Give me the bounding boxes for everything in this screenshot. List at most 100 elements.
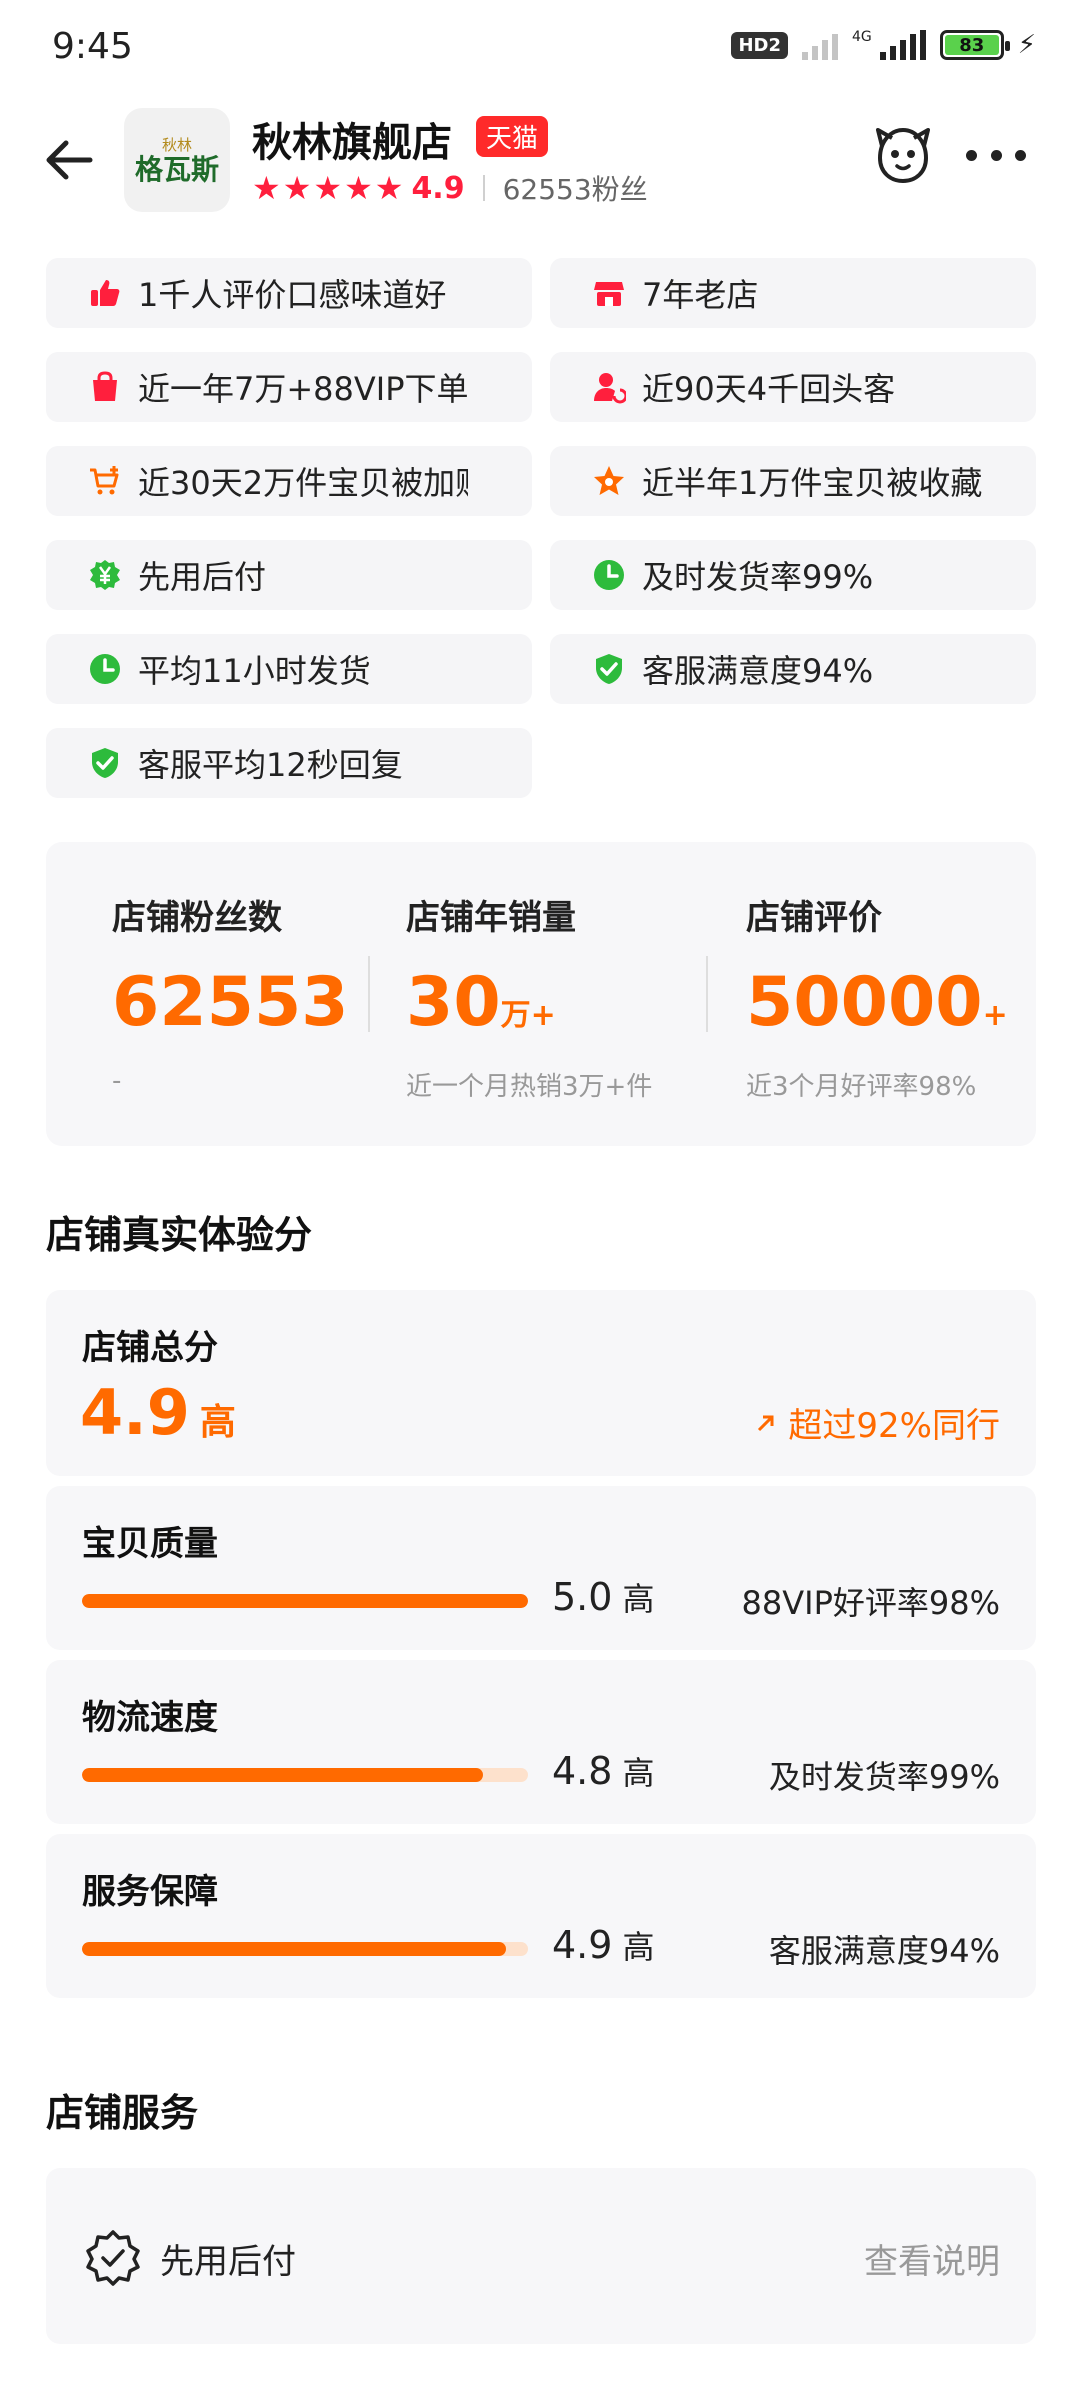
star-icon: ★	[282, 169, 312, 207]
yen-badge-icon	[88, 558, 122, 592]
more-options-icon[interactable]	[966, 140, 1026, 170]
trend-up-icon	[758, 1415, 774, 1431]
customer-service-mascot-icon[interactable]	[872, 124, 934, 186]
rating-row: ★ ★ ★ ★ ★ 4.9 62553粉丝	[252, 168, 648, 208]
store-name: 秋林旗舰店	[252, 120, 452, 166]
score-bar	[82, 1942, 528, 1956]
score-item-value: 4.8 高	[552, 1749, 655, 1793]
highlight-text: 客服平均12秒回复	[138, 746, 403, 784]
score-item-card[interactable]: 宝贝质量 5.0 高 88VIP好评率98%	[46, 1486, 1036, 1650]
highlight-text: 平均11小时发货	[138, 652, 371, 690]
highlight-tag[interactable]: 近90天4千回头客	[550, 352, 1036, 422]
service-card[interactable]: 先用后付 查看说明	[46, 2168, 1036, 2344]
total-score-label: 店铺总分	[82, 1328, 218, 1368]
stat-divider	[706, 956, 708, 1032]
battery-level: 83	[944, 35, 999, 56]
network-type: 4G	[851, 29, 872, 45]
store-stats-card: 店铺粉丝数 62553 - 店铺年销量 30万+ 近一个月热销3万+件 店铺评价…	[46, 842, 1036, 1146]
shopping-bag-icon	[88, 370, 122, 404]
score-item-value: 5.0 高	[552, 1575, 655, 1619]
stat-annual-sales[interactable]: 店铺年销量 30万+ 近一个月热销3万+件	[406, 890, 652, 1103]
hd-voice-badge: HD2	[731, 31, 788, 59]
highlight-tag[interactable]: 客服满意度94%	[550, 634, 1036, 704]
score-bar	[82, 1594, 528, 1608]
stat-value: 50000+	[746, 963, 1008, 1042]
experience-section-title: 店铺真实体验分	[46, 1213, 313, 1257]
status-bar: 9:45 HD2 4G 83 ⚡	[0, 0, 1080, 100]
stat-sub: -	[112, 1066, 122, 1096]
highlight-tag[interactable]: 近一年7万+88VIP下单	[46, 352, 532, 422]
score-item-value: 4.9 高	[552, 1923, 655, 1967]
signal-sim1-icon	[801, 30, 838, 60]
highlight-tag[interactable]: 及时发货率99%	[550, 540, 1036, 610]
highlight-tag[interactable]: 近半年1万件宝贝被收藏	[550, 446, 1036, 516]
star-icon: ★	[313, 169, 343, 207]
score-item-note: 88VIP好评率98%	[741, 1584, 1000, 1622]
score-bar-fill	[82, 1768, 484, 1782]
score-item-card[interactable]: 服务保障 4.9 高 客服满意度94%	[46, 1834, 1036, 1998]
service-section-title: 店铺服务	[46, 2091, 199, 2135]
thumbs-up-icon	[88, 276, 122, 310]
store-highlights: 1千人评价口感味道好 7年老店近一年7万+88VIP下单 近90天4千回头客近30天…	[46, 258, 1036, 798]
store-header: 秋林 格瓦斯 秋林旗舰店 天猫 ★ ★ ★ ★ ★ 4.9 62553粉丝	[0, 100, 1080, 220]
rating-value: 4.9	[411, 170, 465, 206]
score-item-label: 宝贝质量	[82, 1524, 218, 1564]
stat-fans[interactable]: 店铺粉丝数 62553 -	[112, 890, 349, 1096]
score-bar	[82, 1768, 528, 1782]
battery-icon: 83	[939, 30, 1010, 60]
store-logo[interactable]: 秋林 格瓦斯	[124, 108, 230, 212]
highlight-text: 客服满意度94%	[642, 652, 874, 690]
verified-badge-icon	[86, 2230, 140, 2286]
highlight-text: 近90天4千回头客	[642, 370, 896, 408]
total-score-value: 4.9 高	[80, 1376, 236, 1449]
stat-label: 店铺粉丝数	[112, 898, 282, 938]
total-score-card[interactable]: 店铺总分 4.9 高 超过92%同行	[46, 1290, 1036, 1476]
highlight-text: 先用后付	[138, 558, 267, 596]
clock-icon	[88, 652, 122, 686]
view-details-link[interactable]: 查看说明	[864, 2234, 1000, 2283]
stat-sub: 近3个月好评率98%	[746, 1072, 977, 1102]
stat-value: 30万+	[406, 963, 556, 1042]
score-bar-fill	[82, 1594, 528, 1608]
star-icon: ★	[252, 169, 281, 207]
highlight-tag[interactable]: 近30天2万件宝贝被加购	[46, 446, 532, 516]
status-time: 9:45	[52, 26, 133, 67]
fans-count: 62553粉丝	[502, 173, 648, 206]
logo-main-text: 格瓦斯	[134, 153, 219, 187]
stat-label: 店铺年销量	[406, 898, 576, 938]
tmall-badge: 天猫	[476, 116, 549, 157]
star-badge-icon	[592, 464, 626, 498]
store-icon	[592, 276, 626, 310]
score-item-label: 物流速度	[82, 1698, 218, 1738]
highlight-tag[interactable]: 先用后付	[46, 540, 532, 610]
back-arrow-icon	[46, 140, 93, 180]
highlight-text: 7年老店	[642, 276, 759, 314]
cart-add-icon	[88, 464, 122, 498]
stat-value: 62553	[112, 963, 349, 1042]
score-bar-fill	[82, 1942, 506, 1956]
highlight-tag[interactable]: 平均11小时发货	[46, 634, 532, 704]
score-item-note: 客服满意度94%	[768, 1932, 1000, 1970]
logo-top-text: 秋林	[161, 136, 192, 155]
highlight-text: 1千人评价口感味道好	[138, 276, 447, 314]
stat-reviews[interactable]: 店铺评价 50000+ 近3个月好评率98%	[746, 890, 1008, 1103]
highlight-text: 近一年7万+88VIP下单	[138, 370, 468, 408]
rating-divider	[482, 175, 485, 201]
highlight-tag[interactable]: 7年老店	[550, 258, 1036, 328]
exceed-peers: 超过92%同行	[754, 1398, 1000, 1447]
score-item-label: 服务保障	[82, 1872, 218, 1912]
highlight-tag[interactable]: 1千人评价口感味道好	[46, 258, 532, 328]
highlight-text: 近30天2万件宝贝被加购	[138, 464, 468, 502]
status-indicators: HD2 4G 83 ⚡	[731, 30, 1036, 60]
shield-check-icon	[592, 652, 626, 686]
highlight-tag[interactable]: 客服平均12秒回复	[46, 728, 532, 798]
highlight-text: 近半年1万件宝贝被收藏	[642, 464, 983, 502]
highlight-text: 及时发货率99%	[642, 558, 874, 596]
returning-customer-icon	[592, 370, 626, 404]
score-item-card[interactable]: 物流速度 4.8 高 及时发货率99%	[46, 1660, 1036, 1824]
service-label: 先用后付	[160, 2242, 296, 2282]
back-button[interactable]	[40, 130, 100, 190]
stat-sub: 近一个月热销3万+件	[406, 1072, 653, 1102]
charging-icon: ⚡	[1017, 30, 1036, 60]
rating-stars: ★ ★ ★ ★ ★	[252, 172, 403, 204]
